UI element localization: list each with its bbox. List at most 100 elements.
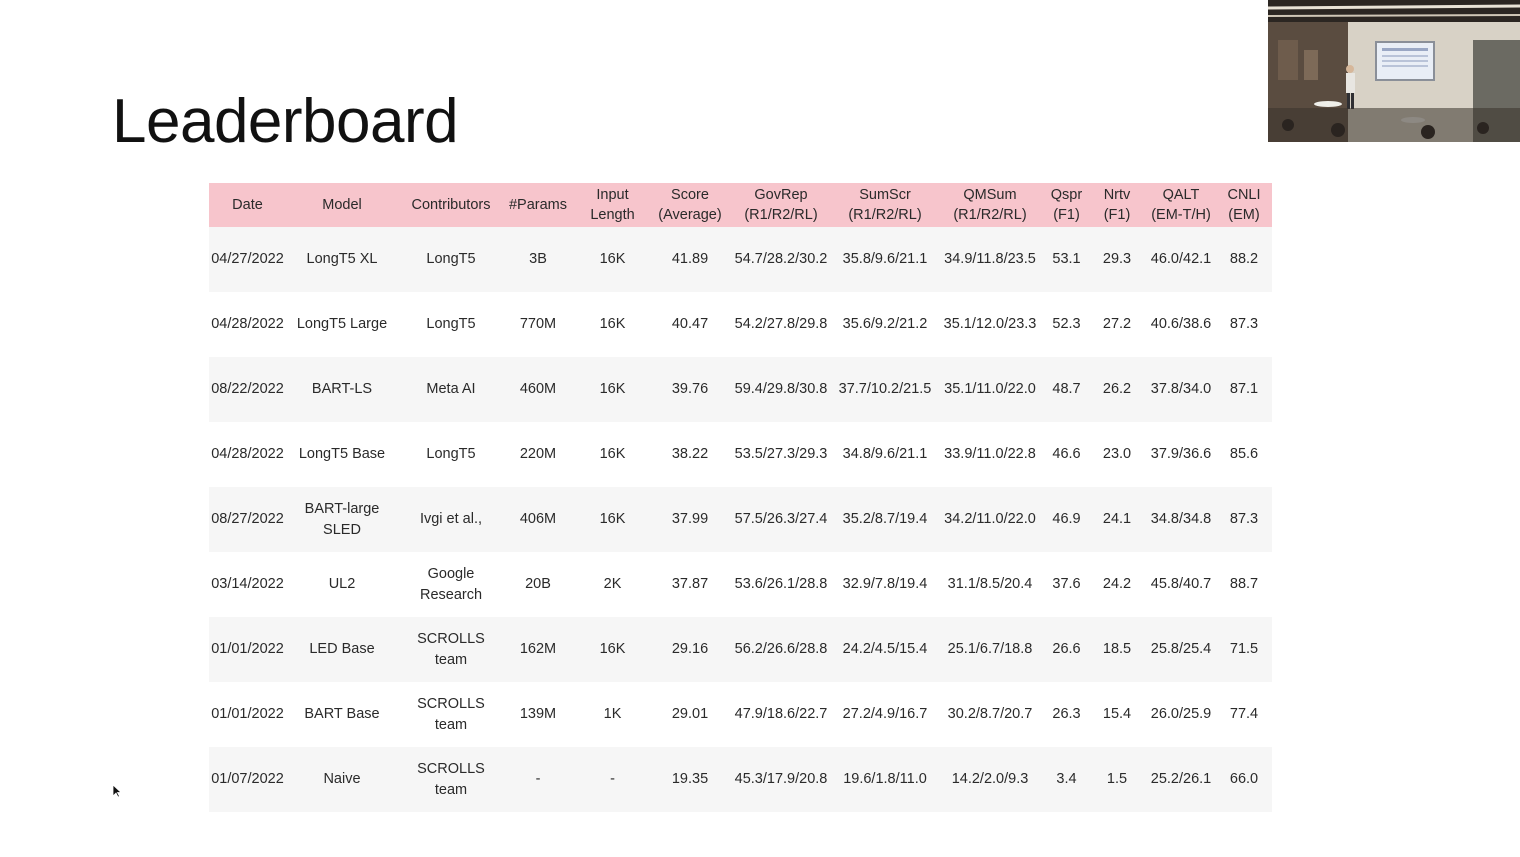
table-cell: 29.3 — [1102, 251, 1132, 267]
table-cell: 220M — [519, 446, 557, 462]
table-cell: 88.7 — [1229, 576, 1259, 592]
table-cell: 24.1 — [1102, 511, 1132, 527]
table-cell: BART Base — [304, 706, 380, 722]
table-cell: Meta AI — [426, 381, 476, 397]
table-cell: 59.4/29.8/30.8 — [734, 381, 828, 397]
table-cell: - — [610, 771, 615, 787]
table-cell: 52.3 — [1052, 316, 1081, 332]
table-cell: 29.16 — [671, 641, 709, 657]
table-cell: 45.3/17.9/20.8 — [734, 771, 828, 787]
table-cell: 406M — [519, 511, 557, 527]
table-cell: SCROLLS team — [417, 760, 485, 798]
table-cell: 37.9/36.6 — [1150, 446, 1212, 462]
table-cell: 37.6 — [1052, 576, 1081, 592]
table-cell: 38.22 — [671, 446, 709, 462]
table-cell: LongT5 — [426, 316, 476, 332]
table-cell: 16K — [599, 381, 626, 397]
table-header-row: Date Model Contributors #Params Input Length… — [209, 183, 1272, 227]
table-cell: - — [535, 771, 541, 787]
table-cell: LongT5 Base — [298, 446, 386, 462]
table-cell: 1.5 — [1106, 771, 1128, 787]
table-cell: 27.2 — [1102, 316, 1132, 332]
table-row: 03/14/2022 UL2 Google Research 20B 2K 37.87 53… — [209, 552, 1272, 617]
table-cell: 35.2/8.7/19.4 — [842, 511, 928, 527]
table-cell: 3.4 — [1056, 771, 1077, 787]
table-cell: 48.7 — [1052, 381, 1081, 397]
table-cell: LongT5 XL — [306, 251, 378, 267]
table-cell: 24.2 — [1102, 576, 1132, 592]
table-cell: 01/01/2022 — [211, 641, 284, 657]
table-cell: 03/14/2022 — [211, 576, 284, 592]
table-cell: 53.6/26.1/28.8 — [734, 576, 828, 592]
column-header: Nrtv (F1) — [1103, 187, 1131, 223]
table-cell: 04/27/2022 — [211, 251, 284, 267]
table-cell: 34.8/9.6/21.1 — [842, 446, 928, 462]
table-cell: 15.4 — [1102, 706, 1132, 722]
table-cell: 08/22/2022 — [211, 381, 284, 397]
table-cell: Naive — [323, 771, 361, 787]
table-cell: 53.5/27.3/29.3 — [734, 446, 828, 462]
table-cell: Ivgi et al., — [419, 511, 483, 527]
column-header: Date — [232, 197, 263, 213]
table-cell: 37.8/34.0 — [1150, 381, 1212, 397]
table-cell: 770M — [519, 316, 557, 332]
table-row: 08/27/2022 BART-large SLED Ivgi et al., 406… — [209, 487, 1272, 552]
table-cell: 01/07/2022 — [211, 771, 284, 787]
column-header: CNLI (EM) — [1227, 187, 1261, 223]
table-cell: 34.2/11.0/22.0 — [944, 511, 1036, 527]
table-row: 04/28/2022 LongT5 Large LongT5 770M 16K 40.47… — [209, 292, 1272, 357]
webcam-feed-image — [1268, 0, 1520, 142]
column-header: Qspr (F1) — [1050, 187, 1083, 223]
table-cell: 47.9/18.6/22.7 — [734, 706, 828, 722]
table-cell: 33.9/11.0/22.8 — [944, 446, 1036, 462]
table-cell: 27.2/4.9/16.7 — [842, 706, 928, 722]
table-cell: 37.87 — [671, 576, 709, 592]
table-cell: 16K — [599, 446, 626, 462]
table-cell: 56.2/26.6/28.8 — [734, 641, 828, 657]
table-cell: Google Research — [419, 565, 483, 603]
column-header: #Params — [508, 197, 568, 213]
table-cell: 25.2/26.1 — [1150, 771, 1212, 787]
table-cell: LongT5 — [426, 446, 476, 462]
table-cell: 85.6 — [1229, 446, 1259, 462]
table-cell: 25.8/25.4 — [1150, 641, 1212, 657]
table-cell: 40.6/38.6 — [1150, 316, 1212, 332]
column-header: Score (Average) — [658, 187, 722, 223]
table-cell: 40.47 — [671, 316, 709, 332]
table-row: 04/27/2022 LongT5 XL LongT5 3B 16K 41.89 54.7/… — [209, 227, 1272, 292]
table-cell: 162M — [519, 641, 557, 657]
table-row: 01/01/2022 LED Base SCROLLS team 162M 16K 29.… — [209, 617, 1272, 682]
table-row: 08/22/2022 BART-LS Meta AI 460M 16K 39.76 59.4… — [209, 357, 1272, 422]
table-cell: UL2 — [328, 576, 356, 592]
table-cell: 77.4 — [1229, 706, 1259, 722]
table-cell: 25.1/6.7/18.8 — [947, 641, 1033, 657]
table-cell: 16K — [599, 316, 626, 332]
table-cell: 01/01/2022 — [211, 706, 284, 722]
table-cell: 460M — [519, 381, 557, 397]
table-row: 04/28/2022 LongT5 Base LongT5 220M 16K 38.22 5… — [209, 422, 1272, 487]
table-cell: 16K — [599, 511, 626, 527]
table-cell: 66.0 — [1229, 771, 1259, 787]
table-cell: 53.1 — [1052, 251, 1081, 267]
table-cell: 139M — [519, 706, 557, 722]
table-cell: 16K — [599, 641, 626, 657]
table-cell: 35.6/9.2/21.2 — [842, 316, 928, 332]
table-cell: 04/28/2022 — [211, 446, 284, 462]
table-cell: 31.1/8.5/20.4 — [947, 576, 1033, 592]
table-cell: 41.89 — [671, 251, 709, 267]
table-cell: LongT5 — [426, 251, 476, 267]
table-cell: BART-LS — [311, 381, 373, 397]
table-cell: 37.99 — [671, 511, 709, 527]
table-cell: BART-large SLED — [304, 500, 380, 538]
table-cell: 35.8/9.6/21.1 — [842, 251, 928, 267]
table-cell: 54.7/28.2/30.2 — [734, 251, 828, 267]
table-cell: 23.0 — [1102, 446, 1132, 462]
table-cell: 1K — [603, 706, 622, 722]
table-cell: SCROLLS team — [417, 630, 485, 668]
table-cell: 88.2 — [1229, 251, 1259, 267]
table-cell: 35.1/11.0/22.0 — [944, 381, 1036, 397]
table-cell: 26.3 — [1052, 706, 1081, 722]
table-cell: 14.2/2.0/9.3 — [951, 771, 1029, 787]
table-cell: 26.2 — [1102, 381, 1132, 397]
table-cell: 45.8/40.7 — [1150, 576, 1212, 592]
